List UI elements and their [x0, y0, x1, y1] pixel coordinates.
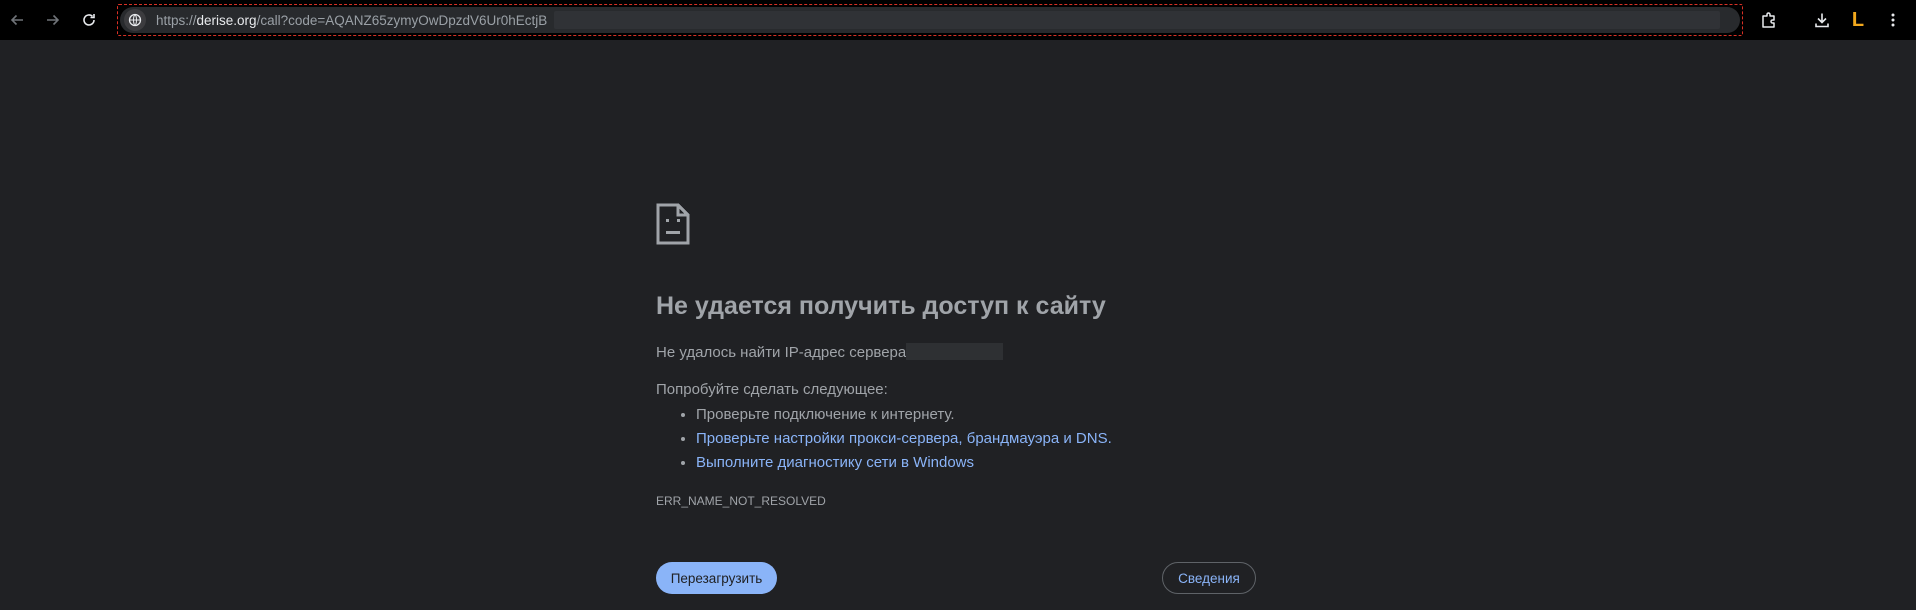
- reload-icon: [83, 14, 95, 26]
- suggestion-check-connection: Проверьте подключение к интернету.: [696, 403, 1112, 427]
- suggestion-check-proxy: Проверьте настройки прокси-сервера, бран…: [696, 427, 1112, 451]
- arrow-right-icon: [47, 14, 60, 26]
- redacted-url-area: [554, 11, 1720, 29]
- address-bar[interactable]: https://derise.org/call?code=AQANZ65zymy…: [117, 4, 1743, 36]
- download-icon: [1815, 13, 1829, 28]
- site-info-icon: [128, 13, 142, 27]
- reload-page-button[interactable]: Перезагрузить: [656, 562, 777, 594]
- suggestions-list: Проверьте подключение к интернету. Прове…: [656, 403, 1112, 475]
- reload-button[interactable]: [75, 6, 103, 34]
- forward-button[interactable]: [39, 6, 67, 34]
- site-info-button[interactable]: [124, 9, 146, 31]
- downloads-button[interactable]: [1808, 6, 1836, 34]
- suggestion-run-diagnostics: Выполните диагностику сети в Windows: [696, 451, 1112, 475]
- url-host: derise.org: [196, 13, 257, 28]
- error-title: Не удается получить доступ к сайту: [656, 292, 1106, 320]
- suggestions-intro: Попробуйте сделать следующее:: [656, 381, 888, 398]
- redacted-host: [906, 343, 1004, 360]
- menu-button[interactable]: [1879, 6, 1907, 34]
- error-subtitle-text: Не удалось найти IP-адрес сервера: [656, 344, 907, 361]
- browser-toolbar: https://derise.org/call?code=AQANZ65zymy…: [0, 0, 1916, 40]
- profile-initial: L: [1851, 9, 1865, 31]
- arrow-left-icon: [10, 14, 23, 26]
- url-text[interactable]: https://derise.org/call?code=AQANZ65zymy…: [156, 13, 547, 28]
- network-diagnostics-link[interactable]: Выполните диагностику сети в Windows: [696, 454, 974, 471]
- details-button[interactable]: Сведения: [1162, 562, 1256, 594]
- extensions-icon: [1762, 12, 1775, 28]
- profile-button[interactable]: L: [1844, 6, 1872, 34]
- check-proxy-link[interactable]: Проверьте настройки прокси-сервера, бран…: [696, 430, 1112, 447]
- more-vert-icon: [1891, 13, 1895, 27]
- address-field[interactable]: https://derise.org/call?code=AQANZ65zymy…: [120, 7, 1740, 33]
- url-scheme: https://: [156, 13, 197, 28]
- url-path: /call?code=AQANZ65zymyOwDpzdV6Ur0hEctjB: [256, 13, 548, 28]
- extensions-button[interactable]: [1755, 6, 1783, 34]
- error-code: ERR_NAME_NOT_RESOLVED: [656, 494, 826, 508]
- error-subtitle: Не удалось найти IP-адрес сервера: [656, 343, 1004, 361]
- back-button[interactable]: [3, 6, 31, 34]
- sad-document-icon: [656, 203, 690, 245]
